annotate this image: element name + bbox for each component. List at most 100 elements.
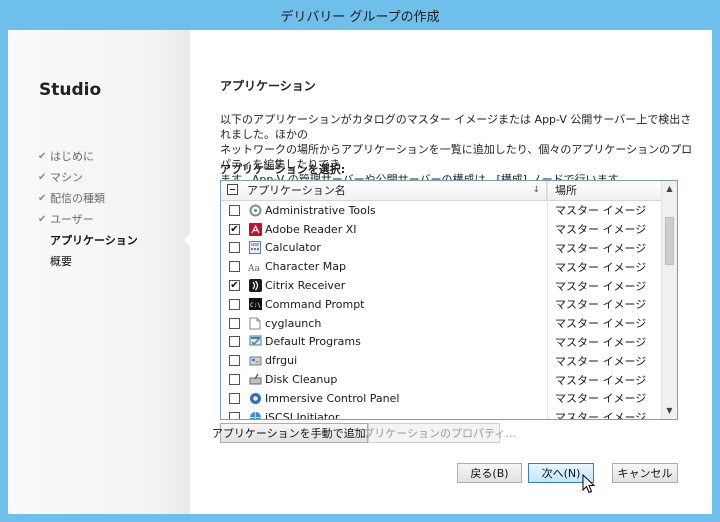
citrix-receiver-icon xyxy=(248,279,262,293)
table-row[interactable]: C:\ Command Prompt マスター イメージ xyxy=(221,295,661,314)
step-users[interactable]: ✔ ユーザー xyxy=(38,209,138,230)
command-prompt-icon: C:\ xyxy=(248,297,262,311)
app-name: Character Map xyxy=(265,260,347,274)
disk-cleanup-icon xyxy=(248,373,262,387)
check-icon: ✔ xyxy=(38,151,47,162)
row-checkbox[interactable] xyxy=(229,242,240,254)
table-row[interactable]: Immersive Control Panel マスター イメージ xyxy=(221,389,661,408)
cancel-button[interactable]: キャンセル xyxy=(612,463,678,483)
applications-table: アプリケーション名 ↓ 場所 Administrative Tools マスター… xyxy=(220,180,678,420)
app-location: マスター イメージ xyxy=(555,317,647,331)
current-step-pointer xyxy=(184,233,191,247)
table-row[interactable]: ✔ Adobe Reader XI マスター イメージ xyxy=(221,220,661,239)
application-properties-button[interactable]: アプリケーションのプロパティ... xyxy=(352,423,516,443)
table-row[interactable]: Calculator マスター イメージ xyxy=(221,239,661,258)
row-checkbox[interactable]: ✔ xyxy=(229,223,240,235)
step-machines[interactable]: ✔ マシン xyxy=(38,167,138,188)
add-application-manually-button[interactable]: アプリケーションを手動で追加... xyxy=(212,423,376,443)
step-label: 配信の種類 xyxy=(50,192,105,205)
app-location: マスター イメージ xyxy=(555,392,647,406)
app-location: マスター イメージ xyxy=(555,373,647,387)
table-row[interactable]: dfrgui マスター イメージ xyxy=(221,351,661,370)
app-location: マスター イメージ xyxy=(555,335,647,349)
scrollbar-thumb[interactable] xyxy=(665,217,674,265)
mouse-cursor-icon xyxy=(582,474,596,494)
check-icon: ✔ xyxy=(38,172,47,183)
column-header-location-label: 場所 xyxy=(555,184,577,197)
step-label: アプリケーション xyxy=(50,234,138,247)
app-location: マスター イメージ xyxy=(555,241,647,255)
app-name: Disk Cleanup xyxy=(265,373,338,387)
app-name: Immersive Control Panel xyxy=(265,391,400,405)
dialog-window: デリバリー グループの作成 Studio ✔ はじめに ✔ マシン ✔ 配信の種類 ✔… xyxy=(0,0,720,522)
page-title: アプリケーション xyxy=(220,79,316,93)
app-name: Citrix Receiver xyxy=(265,279,346,293)
select-all-checkbox[interactable] xyxy=(227,184,238,195)
dialog-client: Studio ✔はじめに ✔マシン ✔配信の種類 ✔ユーザー ✔アプリケーション… xyxy=(8,30,712,514)
step-summary[interactable]: ✔概要 xyxy=(38,251,138,272)
app-location: マスター イメージ xyxy=(555,223,647,237)
dfrgui-icon xyxy=(248,354,262,368)
iscsi-icon xyxy=(248,410,262,419)
app-location: マスター イメージ xyxy=(555,354,647,368)
svg-text:C:\: C:\ xyxy=(250,302,261,309)
scroll-up-arrow-icon[interactable]: ▲ xyxy=(662,181,677,197)
row-checkbox[interactable] xyxy=(229,411,240,419)
table-scrollbar[interactable]: ▲ ▼ xyxy=(661,181,677,419)
description-line: 以下のアプリケーションがカタログのマスター イメージまたは App-V 公開サー… xyxy=(220,113,692,141)
default-programs-icon xyxy=(248,335,262,349)
back-button[interactable]: 戻る(B) xyxy=(457,463,522,483)
table-row[interactable]: Aa Character Map マスター イメージ xyxy=(221,257,661,276)
app-name: cyglaunch xyxy=(265,316,322,330)
row-checkbox[interactable] xyxy=(229,374,240,386)
step-delivery-type[interactable]: ✔ 配信の種類 xyxy=(38,188,138,209)
app-location: マスター イメージ xyxy=(555,204,647,218)
step-applications[interactable]: ✔アプリケーション xyxy=(38,230,138,251)
scroll-down-arrow-icon[interactable]: ▼ xyxy=(662,403,677,419)
cyglaunch-icon xyxy=(248,316,262,330)
wizard-sidebar: Studio ✔はじめに ✔マシン ✔配信の種類 ✔ユーザー ✔アプリケーション… xyxy=(8,30,191,514)
table-row[interactable]: Default Programs マスター イメージ xyxy=(221,333,661,352)
app-location: マスター イメージ xyxy=(555,279,647,293)
select-applications-label: アプリケーションを選択: xyxy=(220,163,346,176)
table-row[interactable]: ✔ Citrix Receiver マスター イメージ xyxy=(221,276,661,295)
table-rows: Administrative Tools マスター イメージ ✔ Adobe R… xyxy=(221,201,661,420)
check-icon: ✔ xyxy=(38,193,47,204)
column-header-location[interactable]: 場所 xyxy=(547,181,661,200)
row-checkbox[interactable]: ✔ xyxy=(229,280,240,292)
control-panel-icon xyxy=(248,391,262,405)
app-name: Adobe Reader XI xyxy=(265,222,357,236)
column-header-name-label: アプリケーション名 xyxy=(247,184,346,197)
row-checkbox[interactable] xyxy=(229,298,240,310)
table-row[interactable]: iSCSI Initiator マスター イメージ xyxy=(221,408,661,420)
row-checkbox[interactable] xyxy=(229,392,240,404)
row-checkbox[interactable] xyxy=(229,336,240,348)
window-title: デリバリー グループの作成 xyxy=(280,9,440,25)
row-checkbox[interactable] xyxy=(229,317,240,329)
step-introduction[interactable]: ✔ はじめに xyxy=(38,146,138,167)
row-checkbox[interactable] xyxy=(229,355,240,367)
app-title: Studio xyxy=(39,80,102,100)
app-name: iSCSI Initiator xyxy=(265,410,340,420)
wizard-steps: ✔はじめに ✔マシン ✔配信の種類 ✔ユーザー ✔アプリケーション ✔概要 xyxy=(38,146,138,272)
table-row[interactable]: Administrative Tools マスター イメージ xyxy=(221,201,661,220)
app-location: マスター イメージ xyxy=(555,298,647,312)
app-location: マスター イメージ xyxy=(555,260,647,274)
character-map-icon: Aa xyxy=(248,260,262,274)
app-name: Administrative Tools xyxy=(265,203,376,217)
step-label: マシン xyxy=(50,171,83,184)
step-label: 概要 xyxy=(50,255,72,268)
admin-tools-icon xyxy=(248,203,262,217)
table-row[interactable]: Disk Cleanup マスター イメージ xyxy=(221,370,661,389)
table-row[interactable]: cyglaunch マスター イメージ xyxy=(221,314,661,333)
app-location: マスター イメージ xyxy=(555,411,647,420)
step-label: ユーザー xyxy=(50,213,94,226)
row-checkbox[interactable] xyxy=(229,261,240,273)
column-header-name[interactable]: アプリケーション名 ↓ xyxy=(221,181,547,200)
app-name: Command Prompt xyxy=(265,297,365,311)
table-header: アプリケーション名 ↓ 場所 xyxy=(221,181,661,201)
sort-descending-icon: ↓ xyxy=(532,185,540,195)
row-checkbox[interactable] xyxy=(229,204,240,216)
app-name: Default Programs xyxy=(265,335,361,349)
check-icon: ✔ xyxy=(38,214,47,225)
